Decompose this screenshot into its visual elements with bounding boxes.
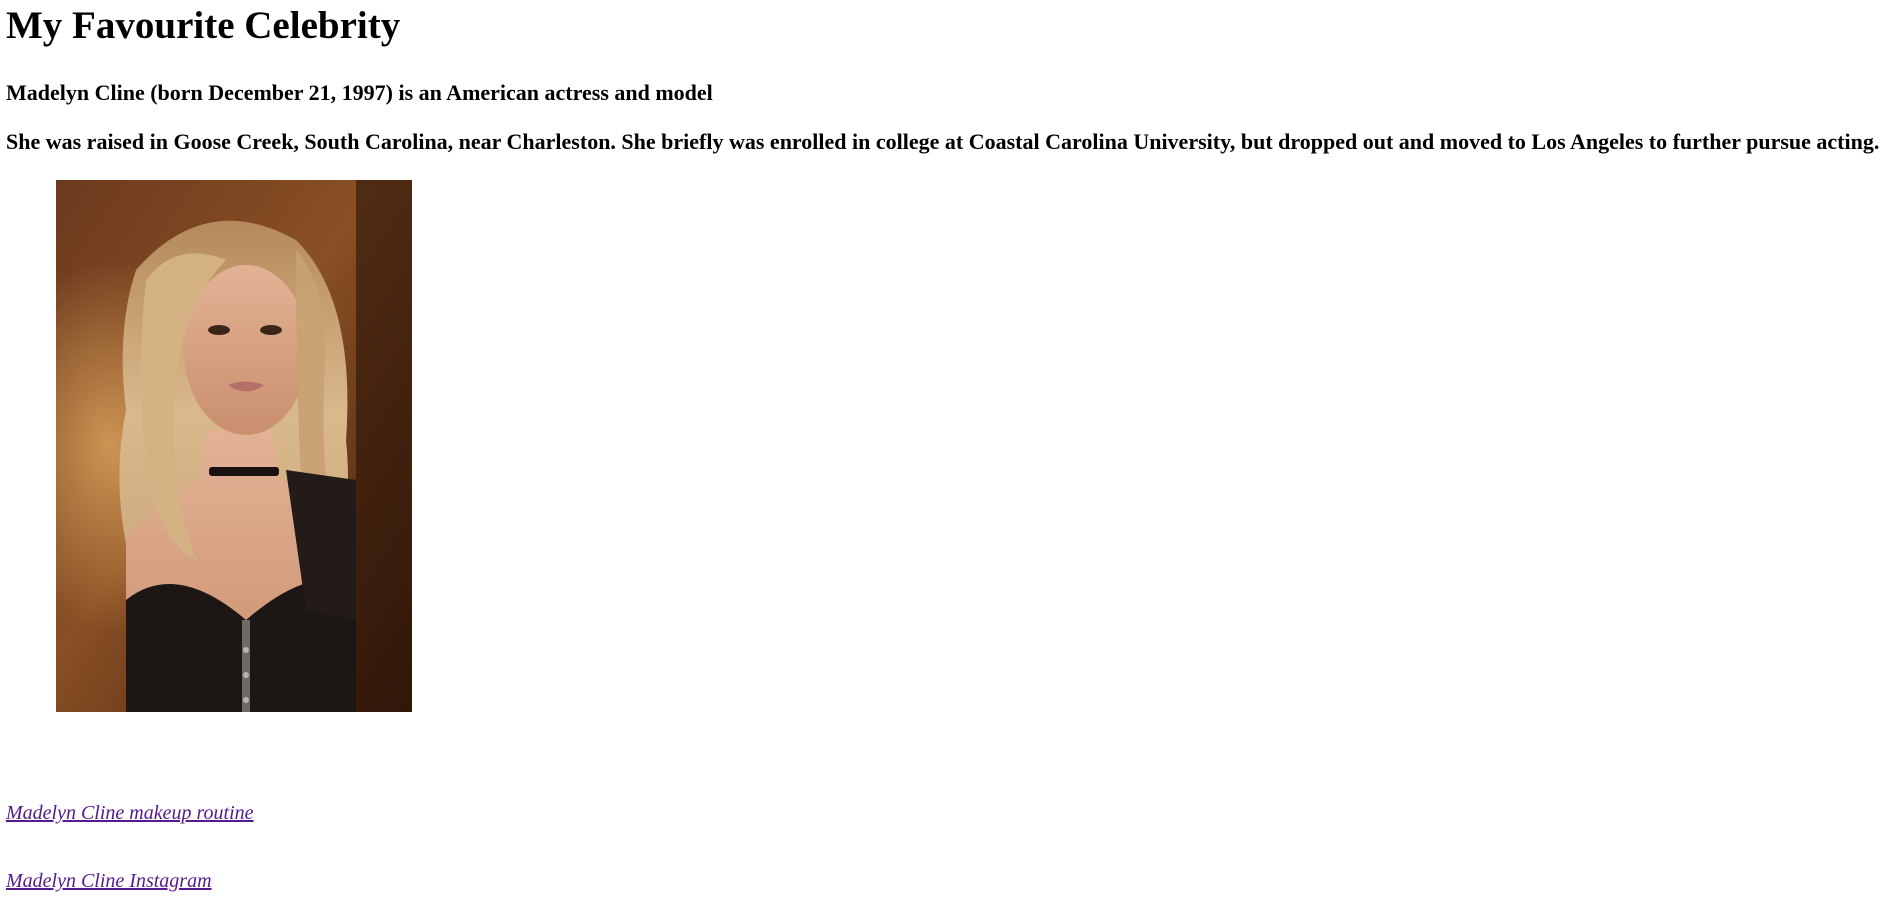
celebrity-photo xyxy=(56,180,412,712)
makeup-routine-link[interactable]: Madelyn Cline makeup routine xyxy=(6,802,254,825)
page-title: My Favourite Celebrity xyxy=(6,4,401,47)
instagram-link[interactable]: Madelyn Cline Instagram xyxy=(6,870,212,893)
intro-heading: Madelyn Cline (born December 21, 1997) i… xyxy=(6,80,713,105)
bio-heading: She was raised in Goose Creek, South Car… xyxy=(6,129,1880,154)
page: My Favourite Celebrity Madelyn Cline (bo… xyxy=(0,0,1897,898)
